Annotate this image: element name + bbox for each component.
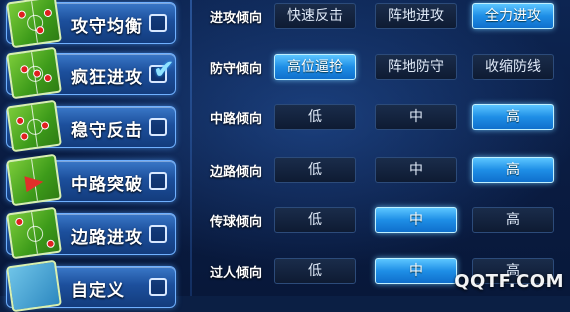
formation-field-icon <box>6 154 62 207</box>
setting-option-button[interactable]: 低 <box>274 207 356 233</box>
tactic-custom[interactable]: 自定义 <box>6 266 176 308</box>
checkmark-icon: ✔ <box>153 57 175 83</box>
tactic-checkbox[interactable]: ✔ <box>149 65 167 83</box>
setting-option-button[interactable]: 中 <box>375 104 457 130</box>
tactics-sidebar: 攻守均衡 疯狂进攻 ✔ 稳守反击 中路突破 <box>0 0 182 296</box>
setting-option-button[interactable]: 中 <box>375 157 457 183</box>
formation-field-icon <box>6 100 62 153</box>
setting-option-button[interactable]: 高 <box>472 157 554 183</box>
tactic-checkbox[interactable] <box>149 225 167 243</box>
setting-option-button[interactable]: 快速反击 <box>274 3 356 29</box>
formation-field-icon <box>6 207 62 260</box>
tactic-counter-attack[interactable]: 稳守反击 <box>6 106 176 148</box>
setting-label: 边路倾向 <box>210 161 262 180</box>
setting-option-button[interactable]: 阵地防守 <box>375 54 457 80</box>
setting-option-button[interactable]: 低 <box>274 104 356 130</box>
setting-label: 进攻倾向 <box>210 7 262 26</box>
setting-option-button[interactable]: 高 <box>472 207 554 233</box>
setting-option-button[interactable]: 全力进攻 <box>472 3 554 29</box>
setting-option-button[interactable]: 阵地进攻 <box>375 3 457 29</box>
arrow-icon <box>24 174 44 192</box>
tactic-checkbox[interactable] <box>149 172 167 190</box>
formation-field-icon <box>6 0 62 48</box>
formation-field-icon <box>6 47 62 100</box>
tactic-label: 攻守均衡 <box>71 12 143 37</box>
tactic-central-breakthrough[interactable]: 中路突破 <box>6 160 176 202</box>
tactic-all-out-attack[interactable]: 疯狂进攻 ✔ <box>6 53 176 95</box>
gear-icon <box>6 260 62 312</box>
setting-option-button[interactable]: 低 <box>274 157 356 183</box>
setting-label: 传球倾向 <box>210 211 262 230</box>
tactic-balanced[interactable]: 攻守均衡 <box>6 2 176 44</box>
watermark: QQTF.COM <box>454 271 564 292</box>
tactic-checkbox[interactable] <box>149 14 167 32</box>
tactic-label: 边路进攻 <box>71 223 143 248</box>
setting-option-button[interactable]: 中 <box>375 207 457 233</box>
setting-label: 中路倾向 <box>210 108 262 127</box>
tactic-label: 疯狂进攻 <box>71 63 143 88</box>
tactic-checkbox[interactable] <box>149 118 167 136</box>
tactic-label: 中路突破 <box>71 170 143 195</box>
setting-option-button[interactable]: 低 <box>274 258 356 284</box>
setting-label: 防守倾向 <box>210 58 262 77</box>
tactic-wing-attack[interactable]: 边路进攻 <box>6 213 176 255</box>
setting-option-button[interactable]: 收缩防线 <box>472 54 554 80</box>
setting-label: 过人倾向 <box>210 262 262 281</box>
panel-divider <box>190 0 192 296</box>
tactic-label: 自定义 <box>71 276 125 301</box>
setting-option-button[interactable]: 高 <box>472 104 554 130</box>
tactic-checkbox[interactable] <box>149 278 167 296</box>
setting-option-button[interactable]: 中 <box>375 258 457 284</box>
tactic-label: 稳守反击 <box>71 116 143 141</box>
setting-option-button[interactable]: 高位逼抢 <box>274 54 356 80</box>
